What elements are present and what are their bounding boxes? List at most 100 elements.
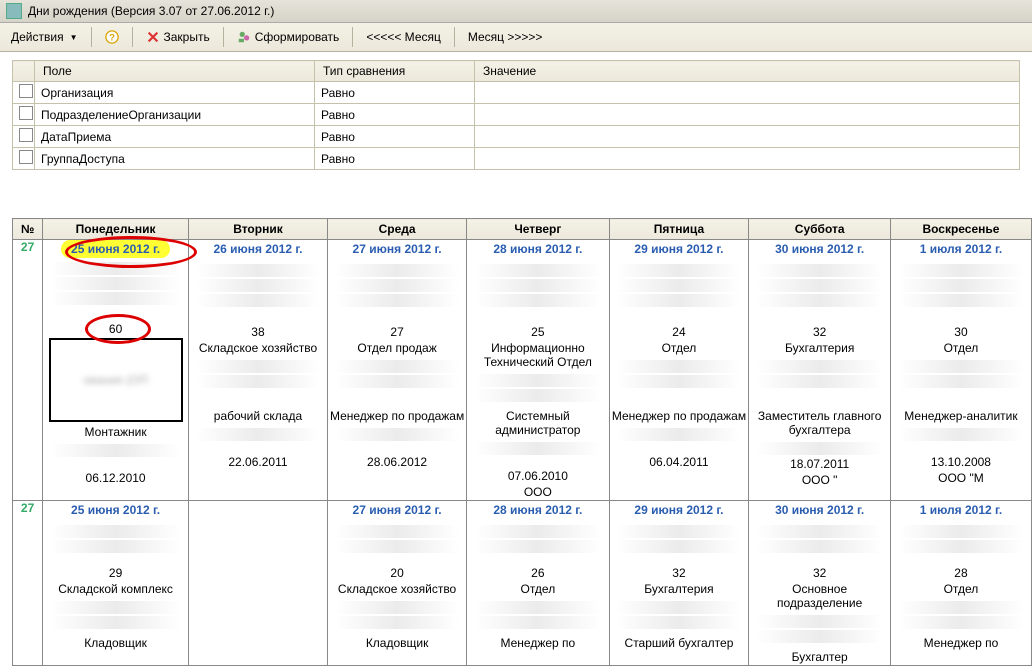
- calendar-cell[interactable]: 1 июля 2012 г. 30 Отдел Менеджер-аналити…: [890, 240, 1031, 501]
- redacted-name: [616, 523, 741, 563]
- actions-menu[interactable]: Действия ▼: [4, 27, 85, 47]
- calendar-panel: № Понедельник Вторник Среда Четверг Пятн…: [0, 218, 1032, 666]
- separator: [352, 27, 353, 47]
- cell-age: 25: [531, 324, 544, 340]
- cell-role: Монтажник: [83, 424, 149, 440]
- filter-val-cell[interactable]: [475, 104, 1020, 126]
- cell-dept: Отдел: [660, 340, 699, 356]
- help-button[interactable]: ?: [98, 27, 126, 47]
- cell-hired: 07.06.2010: [508, 468, 568, 484]
- calendar-week-row: 27 25 июня 2012 г. 60 ования (ОП Монтажн…: [13, 240, 1032, 501]
- cell-org: ООО "М: [938, 470, 984, 486]
- close-button[interactable]: Закрыть: [139, 27, 217, 47]
- cell-date: 1 июля 2012 г.: [920, 501, 1002, 521]
- next-month-button[interactable]: Месяц >>>>>: [461, 27, 550, 47]
- cell-role: Менеджер-аналитик: [902, 408, 1019, 424]
- cell-age: 24: [672, 324, 685, 340]
- calendar-cell[interactable]: 25 июня 2012 г. 60 ования (ОП Монтажник …: [43, 240, 189, 501]
- redacted-name: [335, 523, 459, 563]
- separator: [91, 27, 92, 47]
- redacted: [756, 440, 882, 454]
- cell-date: 1 июля 2012 г.: [920, 240, 1002, 260]
- filter-cmp-header[interactable]: Тип сравнения: [315, 61, 475, 82]
- calendar-cell[interactable]: 26 июня 2012 г. 38 Складское хозяйство р…: [188, 240, 327, 501]
- cell-dept: Бухгалтерия: [783, 340, 856, 356]
- redacted: [616, 426, 741, 452]
- redacted-name: [50, 260, 180, 320]
- checkbox[interactable]: [19, 106, 33, 120]
- cell-date: 29 июня 2012 г.: [634, 501, 723, 521]
- toolbar: Действия ▼ ? Закрыть Сформировать <<<<< …: [0, 23, 1032, 52]
- filter-val-header[interactable]: Значение: [475, 61, 1020, 82]
- filter-row[interactable]: ПодразделениеОрганизации Равно: [13, 104, 1020, 126]
- next-month-label: Месяц >>>>>: [468, 30, 543, 44]
- app-icon: [6, 3, 22, 19]
- calendar-cell[interactable]: 29 июня 2012 г. 32 Бухгалтерия Старший б…: [609, 501, 749, 666]
- cell-age: 27: [390, 324, 403, 340]
- cell-date: 28 июня 2012 г.: [493, 240, 582, 260]
- checkbox[interactable]: [19, 150, 33, 164]
- filter-field-cell[interactable]: ПодразделениеОрганизации: [35, 104, 315, 126]
- filter-row[interactable]: ГруппаДоступа Равно: [13, 148, 1020, 170]
- redacted: [50, 442, 180, 468]
- photo-placeholder: ования (ОП: [49, 338, 183, 422]
- window-title: Дни рождения (Версия 3.07 от 27.06.2012 …: [28, 0, 274, 22]
- redacted-name: [50, 523, 180, 563]
- calendar-cell[interactable]: 1 июля 2012 г. 28 Отдел Менеджер по: [890, 501, 1031, 666]
- redacted-name: [335, 262, 459, 322]
- redacted-name: [474, 262, 601, 322]
- help-icon: ?: [105, 30, 119, 44]
- filter-field-header[interactable]: Поле: [35, 61, 315, 82]
- calendar-cell[interactable]: [188, 501, 327, 666]
- calendar-cell[interactable]: 27 июня 2012 г. 27 Отдел продаж Менеджер…: [327, 240, 466, 501]
- filter-cmp-cell[interactable]: Равно: [315, 148, 475, 170]
- day-header-fri: Пятница: [609, 219, 749, 240]
- calendar-cell[interactable]: 30 июня 2012 г. 32 Бухгалтерия Заместите…: [749, 240, 890, 501]
- filter-field-cell[interactable]: Организация: [35, 82, 315, 104]
- filter-field-cell[interactable]: ГруппаДоступа: [35, 148, 315, 170]
- filter-row[interactable]: ДатаПриема Равно: [13, 126, 1020, 148]
- separator: [132, 27, 133, 47]
- calendar-cell[interactable]: 27 июня 2012 г. 20 Складское хозяйство К…: [327, 501, 466, 666]
- prev-month-button[interactable]: <<<<< Месяц: [359, 27, 448, 47]
- cell-age: 28: [954, 565, 967, 581]
- calendar-cell[interactable]: 25 июня 2012 г. 29 Складской комплекс Кл…: [43, 501, 189, 666]
- filter-header-row: Поле Тип сравнения Значение: [13, 61, 1020, 82]
- filter-val-cell[interactable]: [475, 126, 1020, 148]
- cell-dept: Отдел: [942, 340, 981, 356]
- cell-role: рабочий склада: [212, 408, 304, 424]
- cell-date: 30 июня 2012 г.: [775, 240, 864, 260]
- filter-cmp-cell[interactable]: Равно: [315, 82, 475, 104]
- redacted: [898, 426, 1024, 452]
- calendar-cell[interactable]: 29 июня 2012 г. 24 Отдел Менеджер по про…: [609, 240, 749, 501]
- redacted: [196, 358, 320, 406]
- filter-cmp-cell[interactable]: Равно: [315, 104, 475, 126]
- calendar-cell[interactable]: 28 июня 2012 г. 26 Отдел Менеджер по: [467, 501, 609, 666]
- filter-field-cell[interactable]: ДатаПриема: [35, 126, 315, 148]
- cell-dept: Складской комплекс: [56, 581, 175, 597]
- filter-row[interactable]: Организация Равно: [13, 82, 1020, 104]
- calendar-cell[interactable]: 28 июня 2012 г. 25 Информационно Техниче…: [467, 240, 609, 501]
- redacted: [335, 358, 459, 406]
- generate-button[interactable]: Сформировать: [230, 27, 347, 47]
- redacted: [335, 599, 459, 633]
- filter-cmp-cell[interactable]: Равно: [315, 126, 475, 148]
- checkbox[interactable]: [19, 128, 33, 142]
- cell-role: Менеджер по: [498, 635, 577, 651]
- calendar-week-row: 27 25 июня 2012 г. 29 Складской комплекс…: [13, 501, 1032, 666]
- redacted: [898, 358, 1024, 406]
- checkbox[interactable]: [19, 84, 33, 98]
- redacted: [474, 599, 601, 633]
- calendar-cell[interactable]: 30 июня 2012 г. 32 Основное подразделени…: [749, 501, 890, 666]
- filter-val-cell[interactable]: [475, 82, 1020, 104]
- cell-date: 27 июня 2012 г.: [353, 501, 442, 521]
- cell-dept: Бухгалтерия: [642, 581, 715, 597]
- cell-hired: 18.07.2011: [790, 456, 849, 472]
- cell-role: Кладовщик: [364, 635, 431, 651]
- week-num-header: №: [13, 219, 43, 240]
- calendar-header-row: № Понедельник Вторник Среда Четверг Пятн…: [13, 219, 1032, 240]
- filter-panel: Поле Тип сравнения Значение Организация …: [0, 52, 1032, 174]
- cell-org: ООО ": [802, 472, 838, 488]
- cell-age: 29: [109, 565, 122, 581]
- filter-val-cell[interactable]: [475, 148, 1020, 170]
